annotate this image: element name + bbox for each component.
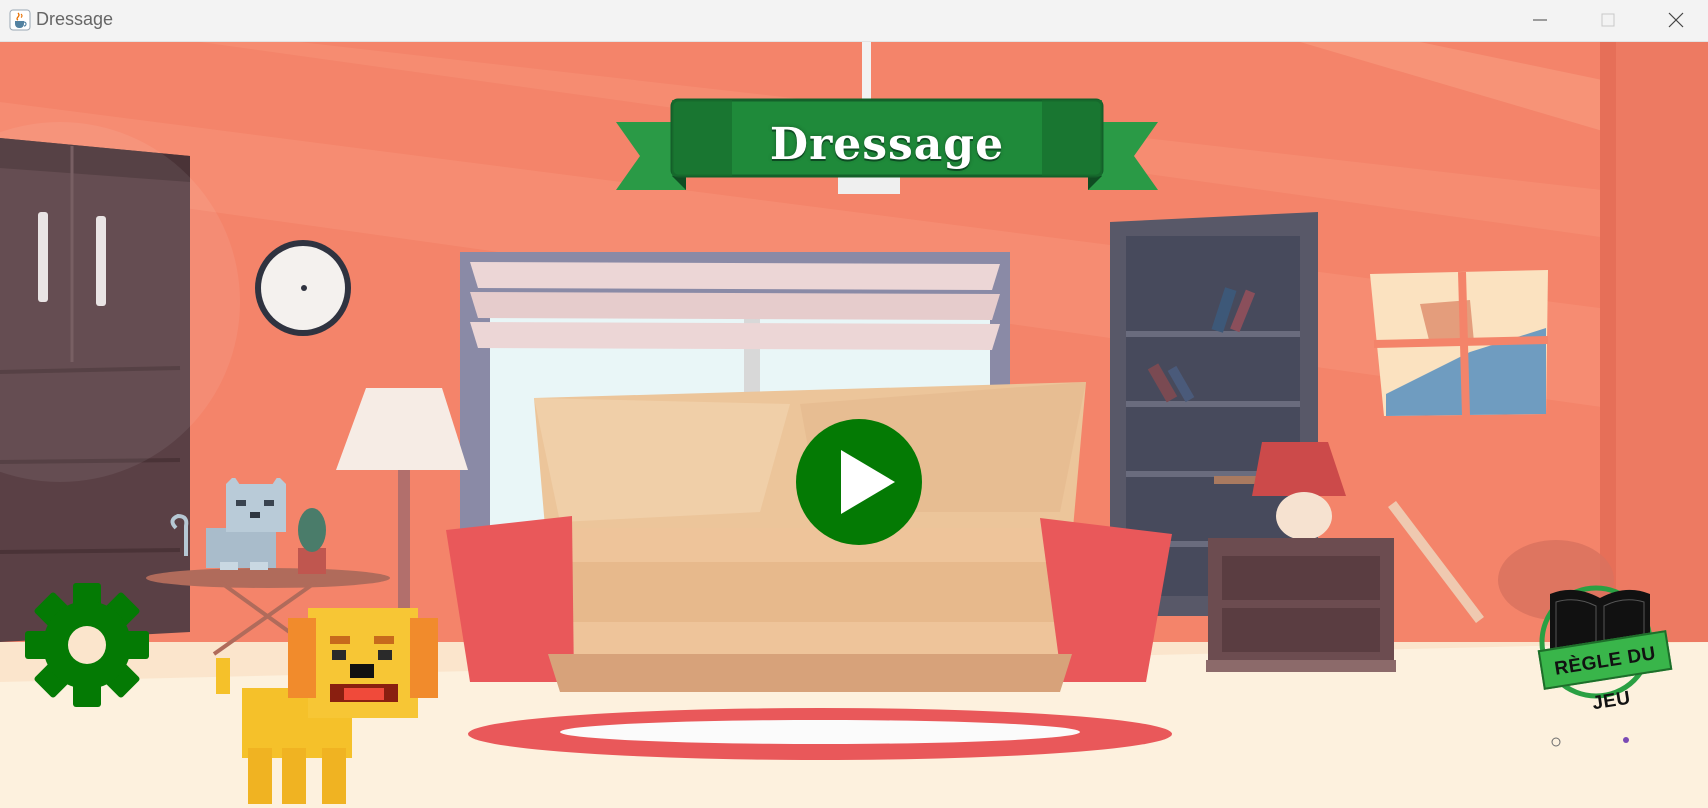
play-button[interactable] <box>795 418 923 546</box>
game-window: Dressage Dressage RÈGLE DU JEU <box>0 0 1708 808</box>
close-button[interactable] <box>1642 0 1708 40</box>
minimize-icon <box>1533 19 1547 21</box>
java-cup-icon <box>9 9 31 31</box>
dog-sprite <box>216 608 438 804</box>
close-icon <box>1668 12 1684 28</box>
minimize-button[interactable] <box>1506 0 1574 40</box>
title-bar: Dressage <box>0 0 1708 42</box>
cat-sprite <box>170 478 286 570</box>
maximize-button[interactable] <box>1574 0 1642 40</box>
window-title: Dressage <box>36 9 114 29</box>
settings-button[interactable] <box>24 582 150 708</box>
game-title: Dressage <box>769 119 1005 170</box>
rules-button[interactable]: RÈGLE DU JEU <box>1536 582 1674 762</box>
gear-icon <box>25 583 149 707</box>
play-icon <box>796 419 922 545</box>
maximize-icon <box>1601 13 1615 27</box>
title-banner: Dressage <box>616 94 1158 204</box>
living-room-scene: Dressage RÈGLE DU JEU <box>0 42 1708 808</box>
